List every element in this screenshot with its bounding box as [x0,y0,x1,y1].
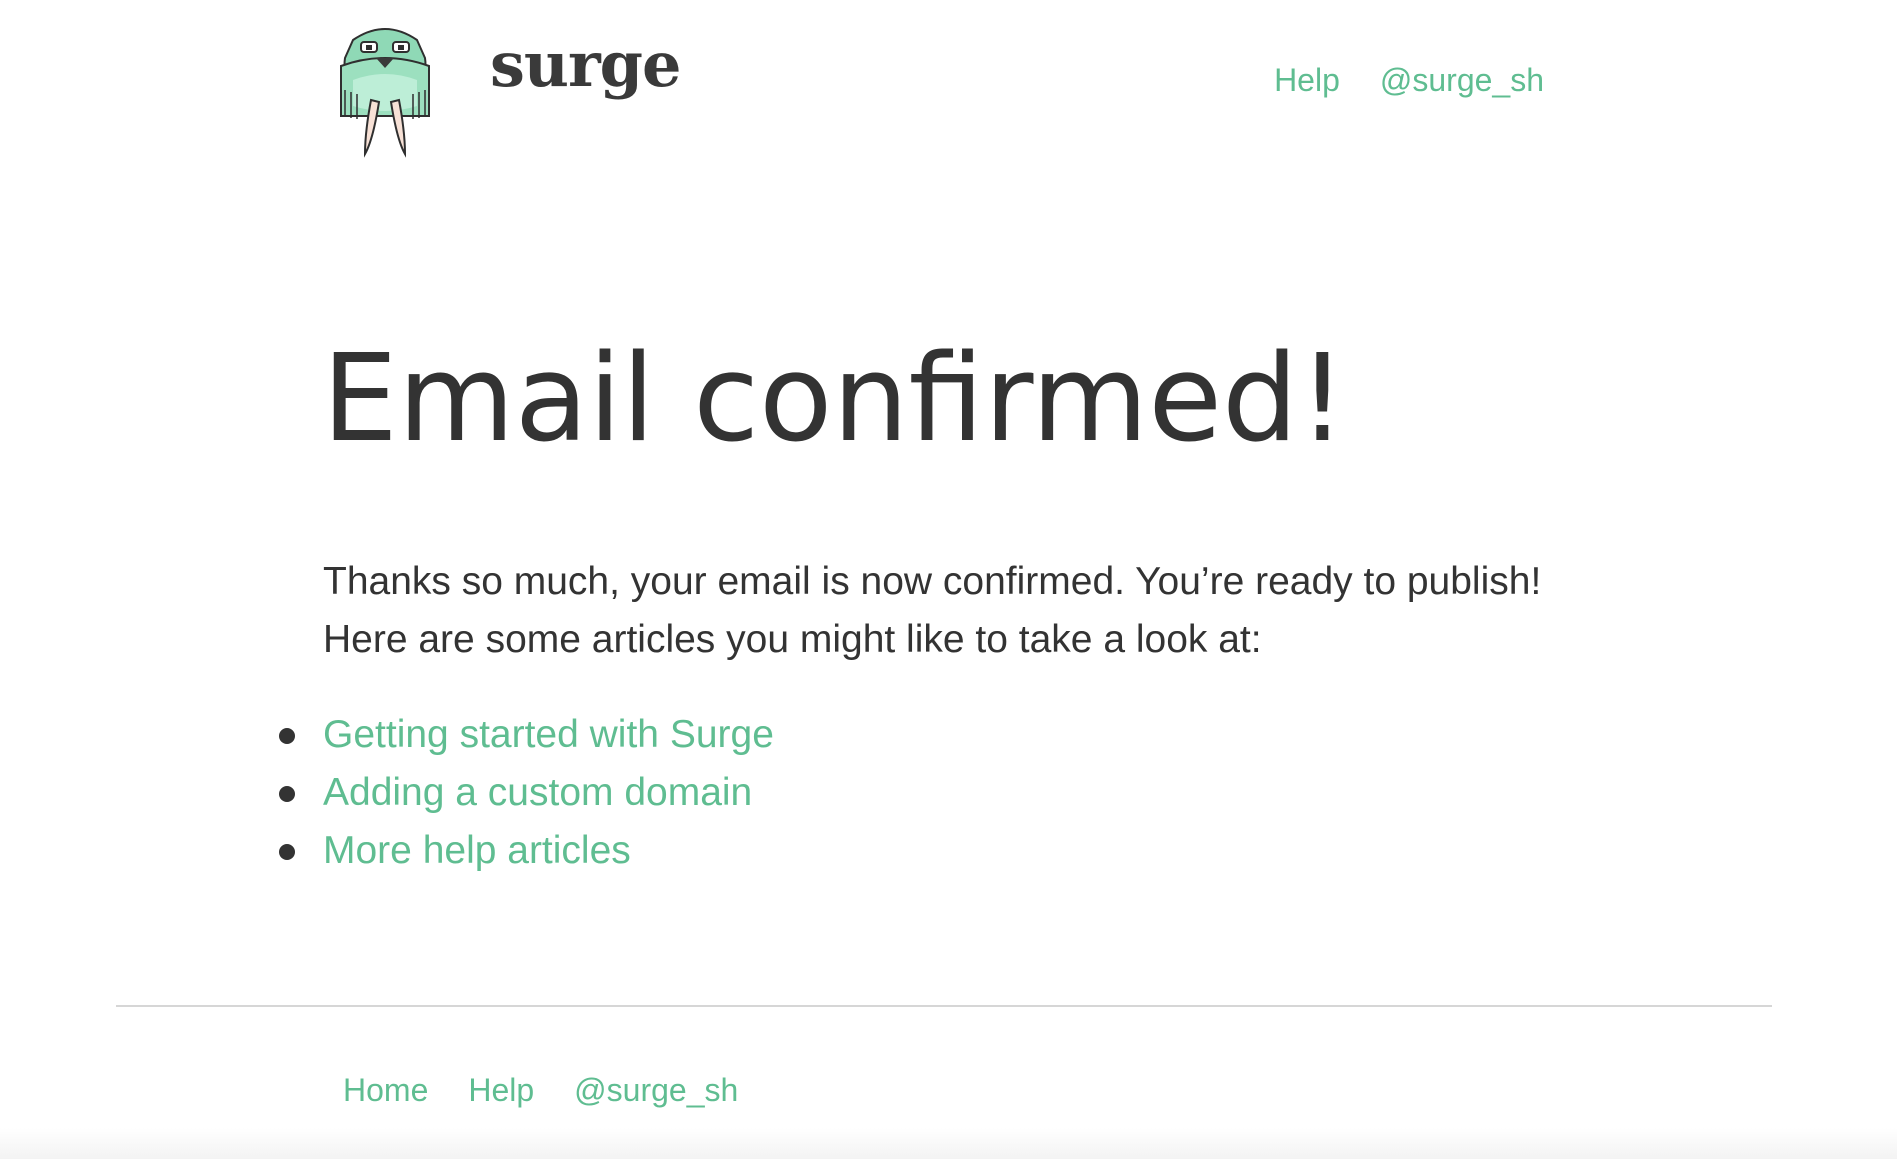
intro-text: Thanks so much, your email is now confir… [323,553,1623,669]
header-nav: Help @surge_sh [1274,64,1544,96]
list-item: Adding a custom domain [279,764,774,822]
article-link-getting-started[interactable]: Getting started with Surge [323,713,774,756]
site-header: surge Help @surge_sh [0,0,1897,170]
footer-nav-twitter-link[interactable]: @surge_sh [574,1074,738,1106]
bottom-shadow [0,1128,1897,1159]
intro-line-2: Here are some articles you might like to… [323,618,1262,661]
page: surge Help @surge_sh Email confirmed! Th… [0,0,1897,1159]
footer-nav-home-link[interactable]: Home [343,1074,428,1106]
brand-name[interactable]: surge [490,34,681,96]
logo-link[interactable] [335,20,435,158]
article-link-custom-domain[interactable]: Adding a custom domain [323,771,752,814]
list-item: Getting started with Surge [279,706,774,764]
bullet-icon [279,844,295,860]
intro-line-1: Thanks so much, your email is now confir… [323,560,1542,603]
header-nav-twitter-link[interactable]: @surge_sh [1380,64,1544,96]
bullet-icon [279,728,295,744]
page-title: Email confirmed! [322,330,1347,469]
bullet-icon [279,786,295,802]
walrus-logo-icon [340,28,430,158]
articles-list: Getting started with Surge Adding a cust… [279,706,774,880]
footer-nav: Home Help @surge_sh [343,1074,738,1106]
article-link-more-help[interactable]: More help articles [323,829,631,872]
footer-nav-help-link[interactable]: Help [468,1074,534,1106]
footer-divider [116,1005,1772,1007]
list-item: More help articles [279,822,774,880]
header-nav-help-link[interactable]: Help [1274,64,1340,96]
